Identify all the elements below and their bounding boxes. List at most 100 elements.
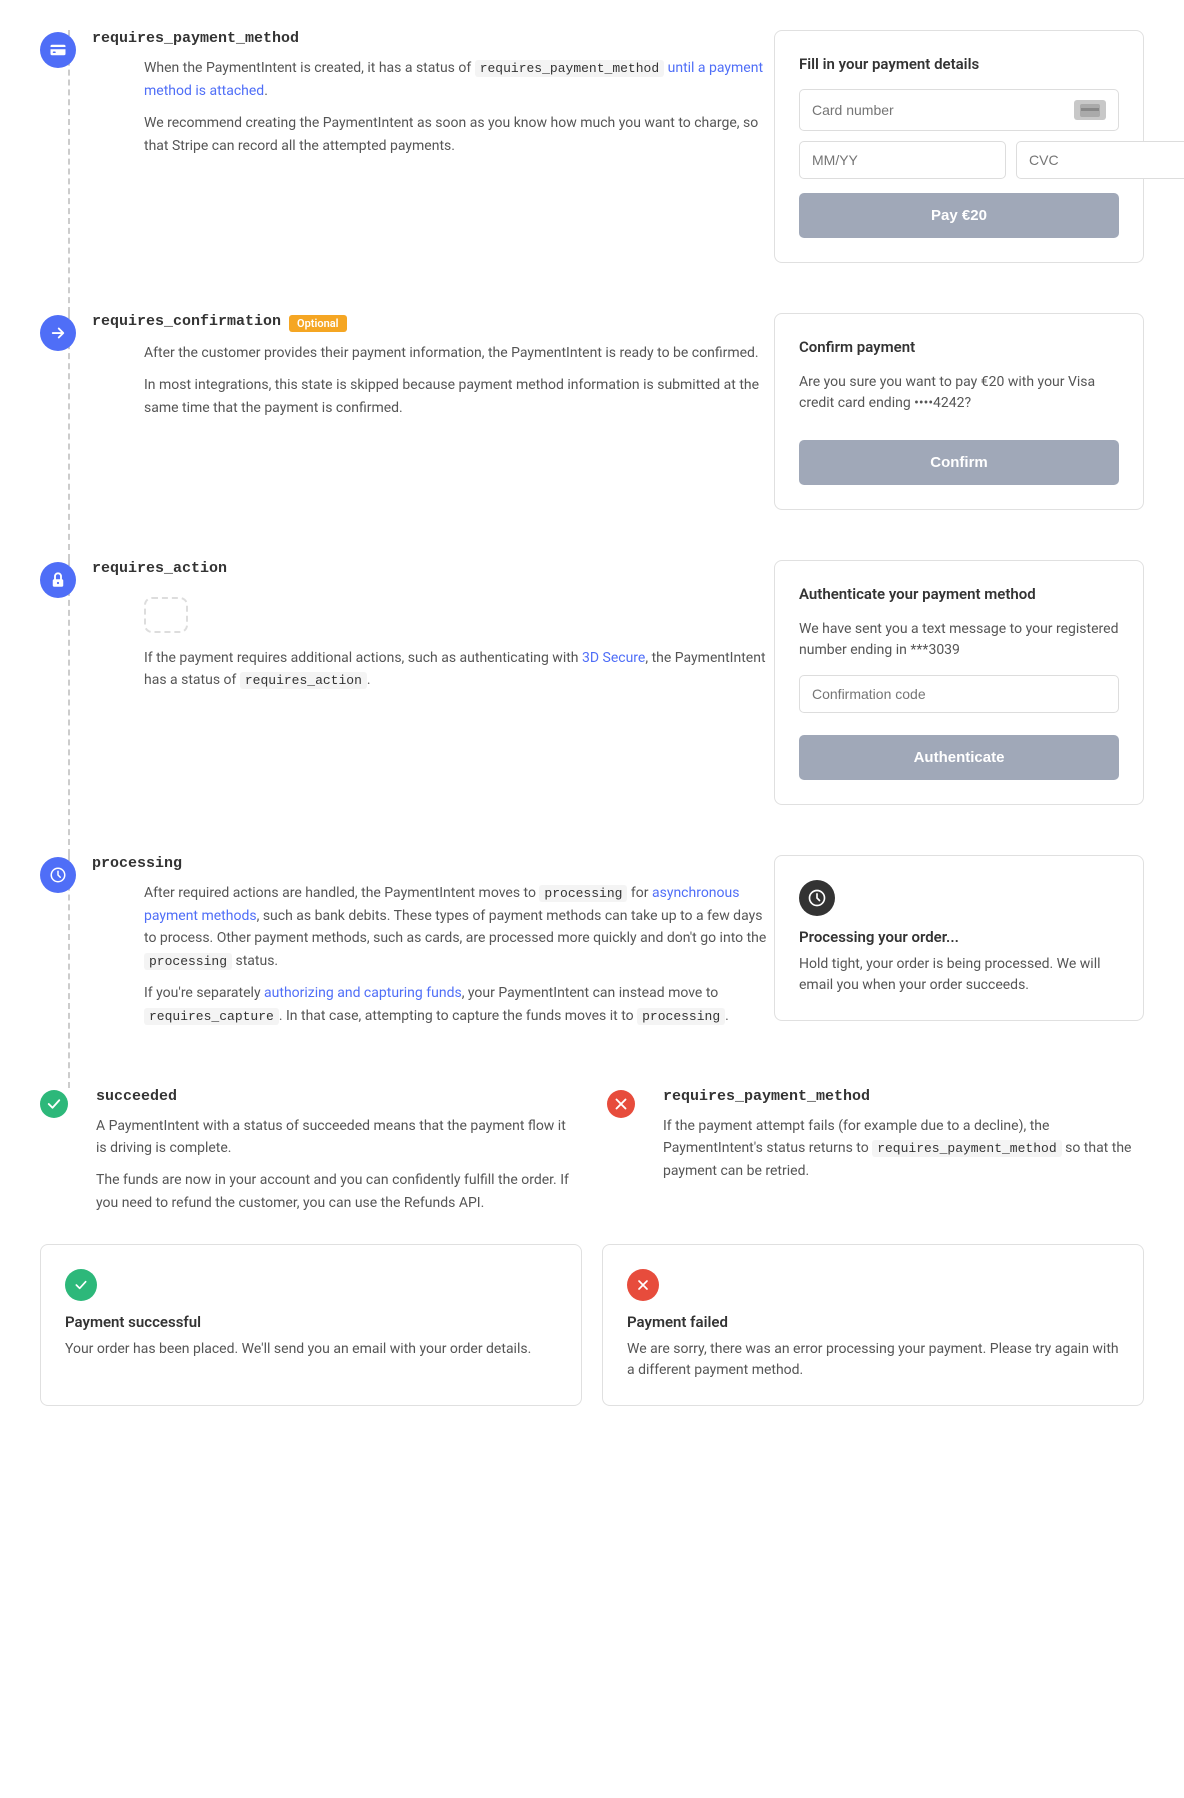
action-content: requires_action If the payment requires …	[92, 560, 774, 702]
failed-desc-1: If the payment attempt fails (for exampl…	[663, 1115, 1144, 1183]
desc-2-2: In most integrations, this state is skip…	[92, 374, 774, 419]
confirm-form-card: Confirm payment Are you sure you want to…	[774, 313, 1144, 510]
confirm-button[interactable]: Confirm	[799, 440, 1119, 485]
failed-card-body: We are sorry, there was an error process…	[627, 1339, 1119, 1381]
payment-method-content: requires_payment_method When the Payment…	[92, 30, 774, 167]
processing-card-col: Processing your order... Hold tight, you…	[774, 855, 1144, 1021]
timeline-line-1	[68, 30, 70, 313]
succeeded-icon	[40, 1090, 68, 1118]
succeeded-desc-1: A PaymentIntent with a status of succeed…	[96, 1115, 577, 1160]
failed-content: requires_payment_method If the payment a…	[651, 1088, 1144, 1193]
expiry-input[interactable]	[812, 152, 993, 168]
status-title-1: requires_payment_method	[92, 30, 299, 47]
processing-info-card: Processing your order... Hold tight, you…	[774, 855, 1144, 1021]
link-3d-secure[interactable]: 3D Secure	[582, 650, 645, 666]
succeeded-title: succeeded	[96, 1088, 177, 1105]
expiry-cvc-row	[799, 141, 1119, 179]
card-brand-icon	[1074, 100, 1106, 120]
failed-card-title: Payment failed	[627, 1313, 1119, 1331]
bottom-status-section: succeeded A PaymentIntent with a status …	[40, 1088, 1144, 1225]
payment-method-icon	[40, 32, 76, 68]
success-card-title: Payment successful	[65, 1313, 557, 1331]
optional-badge: Optional	[289, 315, 346, 332]
desc-4-2: If you're separately authorizing and cap…	[92, 982, 774, 1027]
check-icon	[45, 1095, 63, 1113]
lock-icon	[49, 571, 67, 589]
cvc-field[interactable]	[1016, 141, 1184, 179]
success-check-icon	[73, 1277, 89, 1293]
status-title-2: requires_confirmation	[92, 313, 281, 330]
section-inner-3: requires_action If the payment requires …	[40, 560, 774, 702]
confirmation-icon	[40, 315, 76, 351]
payment-form-title: Fill in your payment details	[799, 55, 1119, 73]
auth-body: We have sent you a text message to your …	[799, 619, 1119, 661]
section-inner-2: requires_confirmation Optional After the…	[40, 313, 774, 429]
payment-successful-card: Payment successful Your order has been p…	[40, 1244, 582, 1406]
succeeded-header: succeeded	[96, 1088, 577, 1105]
payment-card: Fill in your payment details Pay	[774, 30, 1144, 263]
processing-status-icon	[40, 857, 76, 893]
dashed-action-box	[144, 597, 188, 633]
processing-content: processing After required actions are ha…	[92, 855, 774, 1038]
succeeded-section: succeeded A PaymentIntent with a status …	[40, 1088, 577, 1225]
desc-4-1: After required actions are handled, the …	[92, 882, 774, 972]
failed-title: requires_payment_method	[663, 1088, 870, 1105]
status-title-3: requires_action	[92, 560, 227, 577]
confirmation-code-input[interactable]	[812, 686, 1106, 702]
desc-1-1: When the PaymentIntent is created, it ha…	[92, 57, 774, 102]
pay-button[interactable]: Pay €20	[799, 193, 1119, 238]
failed-x-icon	[635, 1277, 651, 1293]
auth-form-card: Authenticate your payment method We have…	[774, 560, 1144, 805]
success-card-body: Your order has been placed. We'll send y…	[65, 1339, 557, 1360]
section-inner-1: requires_payment_method When the Payment…	[40, 30, 774, 167]
failed-header: requires_payment_method	[663, 1088, 1144, 1105]
clock-icon-svg	[49, 866, 67, 884]
timeline-line-4	[68, 855, 70, 1088]
authenticate-card: Authenticate your payment method We have…	[774, 560, 1144, 805]
expiry-field[interactable]	[799, 141, 1006, 179]
status-header-2: requires_confirmation Optional	[92, 313, 774, 332]
section-processing: processing After required actions are ha…	[40, 855, 1144, 1038]
confirmation-code-field[interactable]	[799, 675, 1119, 713]
processing-clock-icon	[799, 880, 835, 916]
succeeded-content: succeeded A PaymentIntent with a status …	[84, 1088, 577, 1225]
card-number-input[interactable]	[812, 102, 1074, 118]
failed-inner: requires_payment_method If the payment a…	[607, 1088, 1144, 1193]
section-requires-action: requires_action If the payment requires …	[40, 560, 1144, 805]
success-card-icon	[65, 1269, 97, 1301]
card-icon	[49, 41, 67, 59]
status-title-4: processing	[92, 855, 182, 872]
status-header-3: requires_action	[92, 560, 774, 577]
succeeded-desc-2: The funds are now in your account and yo…	[96, 1169, 577, 1214]
link-async[interactable]: asynchronous payment methods	[144, 885, 739, 924]
section-inner-4: processing After required actions are ha…	[40, 855, 774, 1038]
auth-form-title: Authenticate your payment method	[799, 585, 1119, 603]
confirm-body: Are you sure you want to pay €20 with yo…	[799, 372, 1119, 414]
link-payment-method[interactable]: until a payment method is attached	[144, 60, 763, 99]
processing-clock-svg	[807, 888, 827, 908]
credit-card-icon	[1080, 104, 1100, 117]
section-requires-payment-method: requires_payment_method When the Payment…	[40, 30, 1144, 263]
processing-card-body: Hold tight, your order is being processe…	[799, 954, 1119, 996]
confirm-card: Confirm payment Are you sure you want to…	[774, 313, 1144, 510]
desc-2-1: After the customer provides their paymen…	[92, 342, 774, 364]
desc-1-2: We recommend creating the PaymentIntent …	[92, 112, 774, 157]
confirmation-content: requires_confirmation Optional After the…	[92, 313, 774, 429]
authenticate-button[interactable]: Authenticate	[799, 735, 1119, 780]
cvc-input[interactable]	[1029, 152, 1184, 168]
arrow-right-icon	[49, 324, 67, 342]
failed-icon	[607, 1090, 635, 1118]
payment-failed-card: Payment failed We are sorry, there was a…	[602, 1244, 1144, 1406]
link-auth-capture[interactable]: authorizing and capturing funds	[264, 985, 462, 1001]
timeline-line-3	[68, 560, 70, 855]
card-number-field[interactable]	[799, 89, 1119, 131]
desc-3-1: If the payment requires additional actio…	[92, 647, 774, 692]
processing-card-title: Processing your order...	[799, 928, 1119, 946]
succeeded-inner: succeeded A PaymentIntent with a status …	[40, 1088, 577, 1225]
result-cards-section: Payment successful Your order has been p…	[40, 1244, 1144, 1406]
status-header-4: processing	[92, 855, 774, 872]
failed-card-icon	[627, 1269, 659, 1301]
failed-payment-section: requires_payment_method If the payment a…	[577, 1088, 1144, 1225]
payment-form-card: Fill in your payment details Pay	[774, 30, 1144, 263]
section-requires-confirmation: requires_confirmation Optional After the…	[40, 313, 1144, 510]
